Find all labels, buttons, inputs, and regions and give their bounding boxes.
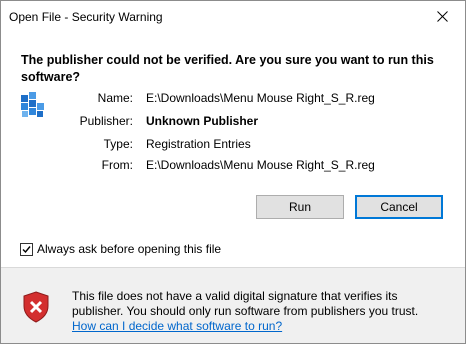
checkmark-icon bbox=[22, 245, 31, 253]
always-ask-option[interactable]: Always ask before opening this file bbox=[20, 242, 221, 256]
close-icon bbox=[437, 11, 448, 22]
warning-text: This file does not have a valid digital … bbox=[72, 289, 419, 318]
publisher-label: Publisher: bbox=[79, 114, 133, 128]
registry-file-icon bbox=[19, 91, 45, 124]
close-button[interactable] bbox=[420, 1, 465, 32]
publisher-value: Unknown Publisher bbox=[146, 114, 259, 128]
security-warning-dialog: Open File - Security Warning The publish… bbox=[0, 0, 466, 344]
shield-error-icon bbox=[22, 291, 50, 326]
run-button[interactable]: Run bbox=[256, 195, 344, 219]
type-value: Registration Entries bbox=[146, 137, 251, 151]
name-label: Name: bbox=[97, 91, 133, 105]
always-ask-label: Always ask before opening this file bbox=[37, 242, 222, 256]
headline-question: The publisher could not be verified. Are… bbox=[21, 53, 434, 84]
always-ask-checkbox[interactable] bbox=[20, 242, 33, 256]
from-label: From: bbox=[101, 158, 133, 172]
cancel-button[interactable]: Cancel bbox=[355, 195, 443, 219]
name-value: E:\Downloads\Menu Mouse Right_S_R.reg bbox=[146, 91, 375, 105]
window-title: Open File - Security Warning bbox=[9, 10, 163, 24]
from-value: E:\Downloads\Menu Mouse Right_S_R.reg bbox=[146, 158, 375, 172]
help-link[interactable]: How can I decide what software to run? bbox=[72, 319, 282, 333]
type-label: Type: bbox=[103, 137, 133, 151]
title-bar[interactable]: Open File - Security Warning bbox=[1, 1, 465, 32]
